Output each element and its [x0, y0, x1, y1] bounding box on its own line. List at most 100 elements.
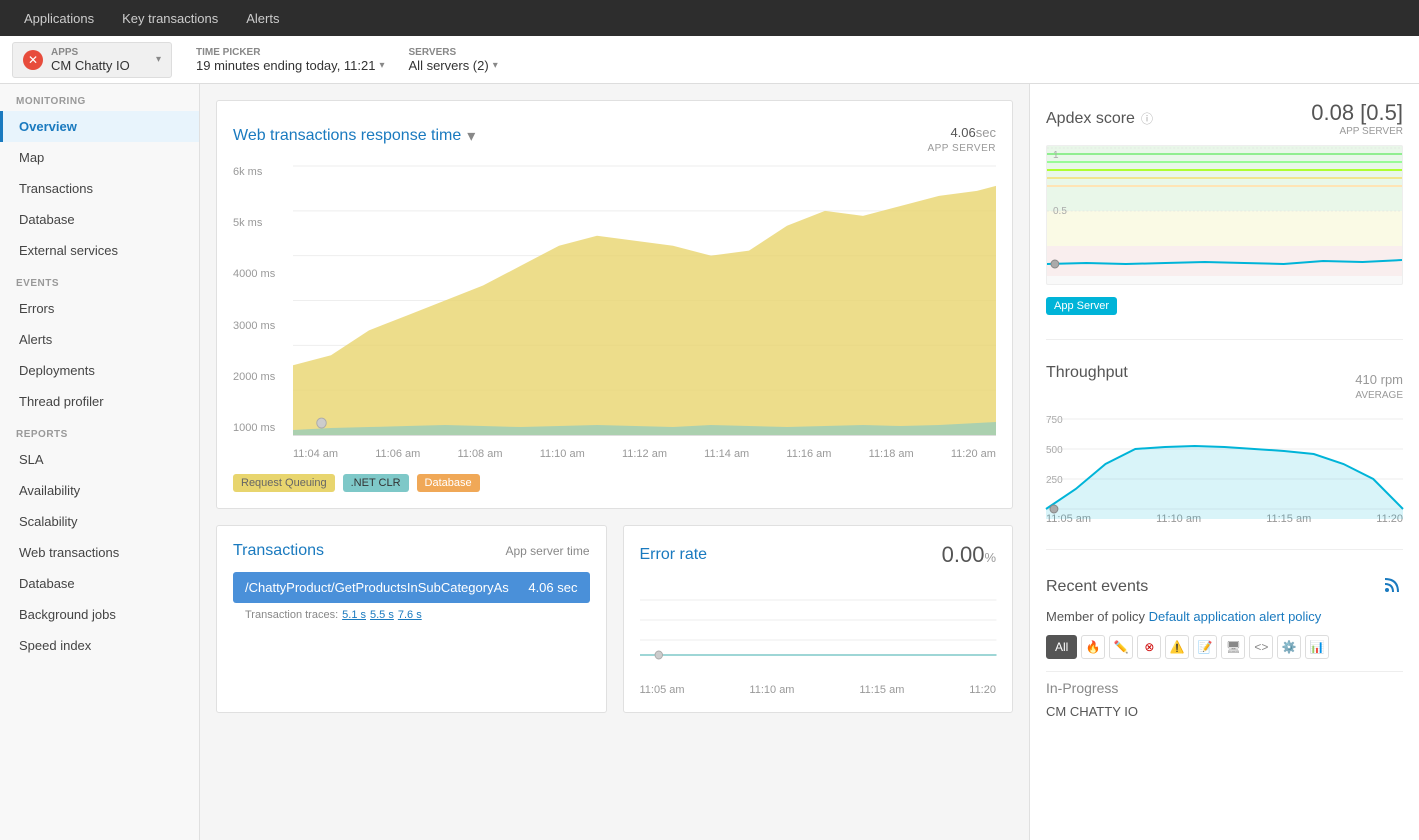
apdex-help-icon[interactable]: ⓘ — [1141, 110, 1153, 127]
legend-net-clr[interactable]: .NET CLR — [343, 474, 409, 492]
sidebar-item-sla[interactable]: SLA — [0, 444, 199, 475]
sidebar-item-overview[interactable]: Overview — [0, 111, 199, 142]
sidebar-item-database-reports[interactable]: Database — [0, 568, 199, 599]
time-picker[interactable]: TIME PICKER 19 minutes ending today, 11:… — [196, 47, 385, 73]
main-chart-header: Web transactions response time ▾ 4.06sec… — [233, 117, 996, 154]
time-picker-label: TIME PICKER — [196, 47, 385, 58]
transaction-value: 4.06 sec — [528, 580, 577, 595]
top-transaction[interactable]: /ChattyProduct/GetProductsInSubCategoryA… — [233, 572, 590, 603]
apdex-title: Apdex score ⓘ — [1046, 110, 1153, 128]
chart-area — [293, 166, 996, 436]
filter-note-icon[interactable]: 📝 — [1193, 635, 1217, 659]
sidebar-item-deployments[interactable]: Deployments — [0, 355, 199, 386]
policy-link[interactable]: Default application alert policy — [1149, 609, 1322, 624]
apdex-y-05: 0.5 — [1053, 206, 1067, 217]
filter-edit-icon[interactable]: ✏️ — [1109, 635, 1133, 659]
throughput-value-group: 410 rpm AVERAGE — [1355, 364, 1403, 401]
app-selector-text: APPS CM Chatty IO — [51, 47, 148, 73]
throughput-panel: Throughput 410 rpm AVERAGE — [1046, 364, 1403, 525]
chart-server-label: APP SERVER — [927, 143, 996, 154]
sidebar-item-database[interactable]: Database — [0, 204, 199, 235]
sidebar-item-thread-profiler[interactable]: Thread profiler — [0, 386, 199, 417]
nav-applications[interactable]: Applications — [12, 5, 106, 32]
throughput-value: 410 rpm — [1355, 364, 1403, 390]
servers-arrow: ▾ — [493, 60, 498, 71]
sidebar-item-transactions[interactable]: Transactions — [0, 173, 199, 204]
throughput-y-750: 750 — [1046, 415, 1063, 426]
filter-fire-icon[interactable]: 🔥 — [1081, 635, 1105, 659]
monitoring-label: MONITORING — [0, 84, 199, 111]
chart-value: 4.06sec — [927, 117, 996, 143]
sidebar-item-map[interactable]: Map — [0, 142, 199, 173]
servers-picker[interactable]: SERVERS All servers (2) ▾ — [409, 47, 498, 73]
chart-title[interactable]: Web transactions response time ▾ — [233, 126, 475, 146]
nav-alerts[interactable]: Alerts — [234, 5, 291, 32]
apdex-value-group: 0.08 [0.5] APP SERVER — [1311, 100, 1403, 137]
chart-legend: Request Queuing .NET CLR Database — [233, 474, 996, 492]
error-rate-value: 0.00% — [942, 542, 996, 568]
error-x-labels: 11:05 am 11:10 am 11:15 am 11:20 — [640, 684, 997, 696]
transactions-title: Transactions — [233, 542, 324, 560]
bottom-row: Transactions App server time /ChattyProd… — [216, 525, 1013, 713]
chart-meta: 4.06sec APP SERVER — [927, 117, 996, 154]
recent-events-panel: Recent events Member of policy Default a… — [1046, 574, 1403, 719]
filter-chart-icon[interactable]: 📊 — [1305, 635, 1329, 659]
events-label: EVENTS — [0, 266, 199, 293]
throughput-y-250: 250 — [1046, 475, 1063, 486]
recent-events-title: Recent events — [1046, 578, 1148, 596]
filter-code-icon[interactable]: <> — [1249, 635, 1273, 659]
nav-key-transactions[interactable]: Key transactions — [110, 5, 230, 32]
app-server-badge[interactable]: App Server — [1046, 291, 1403, 315]
rss-icon — [1383, 574, 1403, 599]
throughput-chart: 750 500 250 — [1046, 409, 1403, 509]
filter-warning-icon[interactable]: ⚠️ — [1165, 635, 1189, 659]
recent-events-header: Recent events — [1046, 574, 1403, 599]
filter-gear-icon[interactable]: ⚙️ — [1277, 635, 1301, 659]
error-chart — [640, 580, 997, 680]
content-area: Web transactions response time ▾ 4.06sec… — [200, 84, 1029, 840]
in-progress-label: In-Progress — [1046, 680, 1403, 696]
app-name: CM Chatty IO — [51, 58, 148, 73]
legend-request-queuing[interactable]: Request Queuing — [233, 474, 335, 492]
time-picker-arrow: ▾ — [379, 60, 384, 71]
transaction-name: /ChattyProduct/GetProductsInSubCategoryA… — [245, 580, 509, 595]
recent-policy-text: Member of policy Default application ale… — [1046, 607, 1403, 627]
sidebar-item-external-services[interactable]: External services — [0, 235, 199, 266]
sidebar-item-scalability[interactable]: Scalability — [0, 506, 199, 537]
sidebar-item-speed-index[interactable]: Speed index — [0, 630, 199, 661]
filter-screen-icon[interactable]: 🖥 — [1221, 635, 1245, 659]
error-rate-title: Error rate — [640, 546, 708, 564]
sidebar-item-availability[interactable]: Availability — [0, 475, 199, 506]
filter-all[interactable]: All — [1046, 635, 1077, 659]
trace-link-3[interactable]: 7.6 s — [398, 609, 422, 621]
app-selector-arrow: ▾ — [156, 54, 161, 65]
app-selector[interactable]: ✕ APPS CM Chatty IO ▾ — [12, 42, 172, 78]
throughput-avg-label: AVERAGE — [1355, 390, 1403, 401]
error-rate-panel: Error rate 0.00% — [623, 525, 1014, 713]
chart-y-labels: 6k ms 5k ms 4000 ms 3000 ms 2000 ms 1000… — [233, 166, 293, 436]
main-chart-panel: Web transactions response time ▾ 4.06sec… — [216, 100, 1013, 509]
app-icon: ✕ — [23, 50, 43, 70]
event-item[interactable]: CM CHATTY IO — [1046, 704, 1403, 719]
chart-x-labels: 11:04 am 11:06 am 11:08 am 11:10 am 11:1… — [293, 442, 996, 466]
throughput-y-500: 500 — [1046, 445, 1063, 456]
filter-error-icon[interactable]: ⊗ — [1137, 635, 1161, 659]
trace-link-1[interactable]: 5.1 s — [342, 609, 366, 621]
sidebar-item-alerts[interactable]: Alerts — [0, 324, 199, 355]
time-picker-value: 19 minutes ending today, 11:21 ▾ — [196, 58, 385, 73]
trace-link-2[interactable]: 5.5 s — [370, 609, 394, 621]
app-bar: ✕ APPS CM Chatty IO ▾ TIME PICKER 19 min… — [0, 36, 1419, 84]
main-layout: MONITORING Overview Map Transactions Dat… — [0, 84, 1419, 840]
throughput-title: Throughput — [1046, 364, 1128, 382]
sidebar-item-web-transactions[interactable]: Web transactions — [0, 537, 199, 568]
throughput-header: Throughput 410 rpm AVERAGE — [1046, 364, 1403, 401]
sidebar-item-background-jobs[interactable]: Background jobs — [0, 599, 199, 630]
transaction-traces: Transaction traces: 5.1 s 5.5 s 7.6 s — [233, 603, 590, 627]
sidebar-item-errors[interactable]: Errors — [0, 293, 199, 324]
sidebar: MONITORING Overview Map Transactions Dat… — [0, 84, 200, 840]
divider-3 — [1046, 671, 1403, 672]
chart-title-arrow: ▾ — [467, 126, 475, 146]
transactions-panel: Transactions App server time /ChattyProd… — [216, 525, 607, 713]
legend-database[interactable]: Database — [417, 474, 480, 492]
main-chart-container: 6k ms 5k ms 4000 ms 3000 ms 2000 ms 1000… — [233, 166, 996, 466]
